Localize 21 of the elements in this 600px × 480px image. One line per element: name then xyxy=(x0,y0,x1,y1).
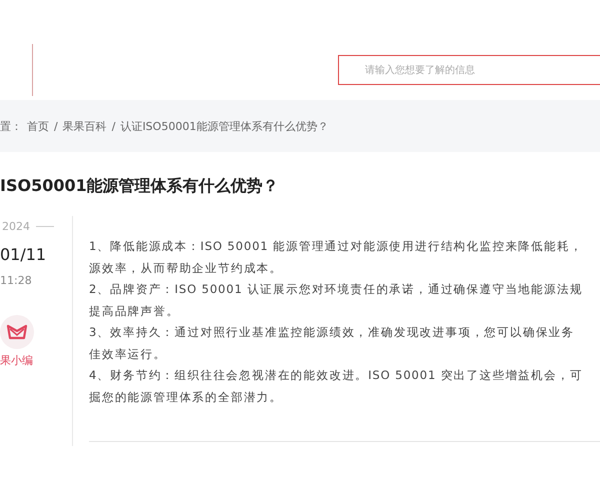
article-text-line: 源效率，从而帮助企业节约成本。 xyxy=(89,260,284,276)
post-date: 01/11 xyxy=(0,245,48,264)
article-text-line: 4、财务节约：组织往往会忽视潜在的能效改进。ISO 50001 突出了这些增益机会，可 xyxy=(89,367,584,384)
post-year: 2024 xyxy=(2,220,30,233)
post-time: 11:28 xyxy=(0,274,33,287)
breadcrumb-link[interactable]: 果果百科 xyxy=(62,118,107,134)
breadcrumb-link[interactable]: 认证ISO50001能源管理体系有什么优势？ xyxy=(120,118,328,134)
breadcrumb-link[interactable]: 首页 xyxy=(27,118,49,134)
search-field[interactable]: 请输入您想要了解的信息 xyxy=(338,55,600,85)
article-text-line: 提高品牌声誉。 xyxy=(89,302,180,320)
article-text-line: 2、品牌资产：ISO 50001 认证展示您对环境责任的承诺，通过确保遵守当地能源法规 xyxy=(89,281,584,298)
author-avatar-icon xyxy=(0,315,34,349)
article-text-line: 佳效率运行。 xyxy=(89,346,168,362)
article-text-line: 3、效率持久：通过对照行业基准监控能源绩效，准确发现改进事项，您可以确保业务 xyxy=(89,324,576,341)
article-title: ISO50001能源管理体系有什么优势？ xyxy=(0,176,280,197)
breadcrumb-separator: / xyxy=(54,120,58,132)
author-name[interactable]: 果小编 xyxy=(0,353,72,368)
breadcrumb-label: 置： xyxy=(0,118,22,134)
article-text-line: 掘您的能源管理体系的全部潜力。 xyxy=(89,388,284,406)
breadcrumb-separator: / xyxy=(112,120,116,132)
article-text-line: 1、降低能源成本：ISO 50001 能源管理通过对能源使用进行结构化监控来降低能耗， xyxy=(89,238,584,255)
